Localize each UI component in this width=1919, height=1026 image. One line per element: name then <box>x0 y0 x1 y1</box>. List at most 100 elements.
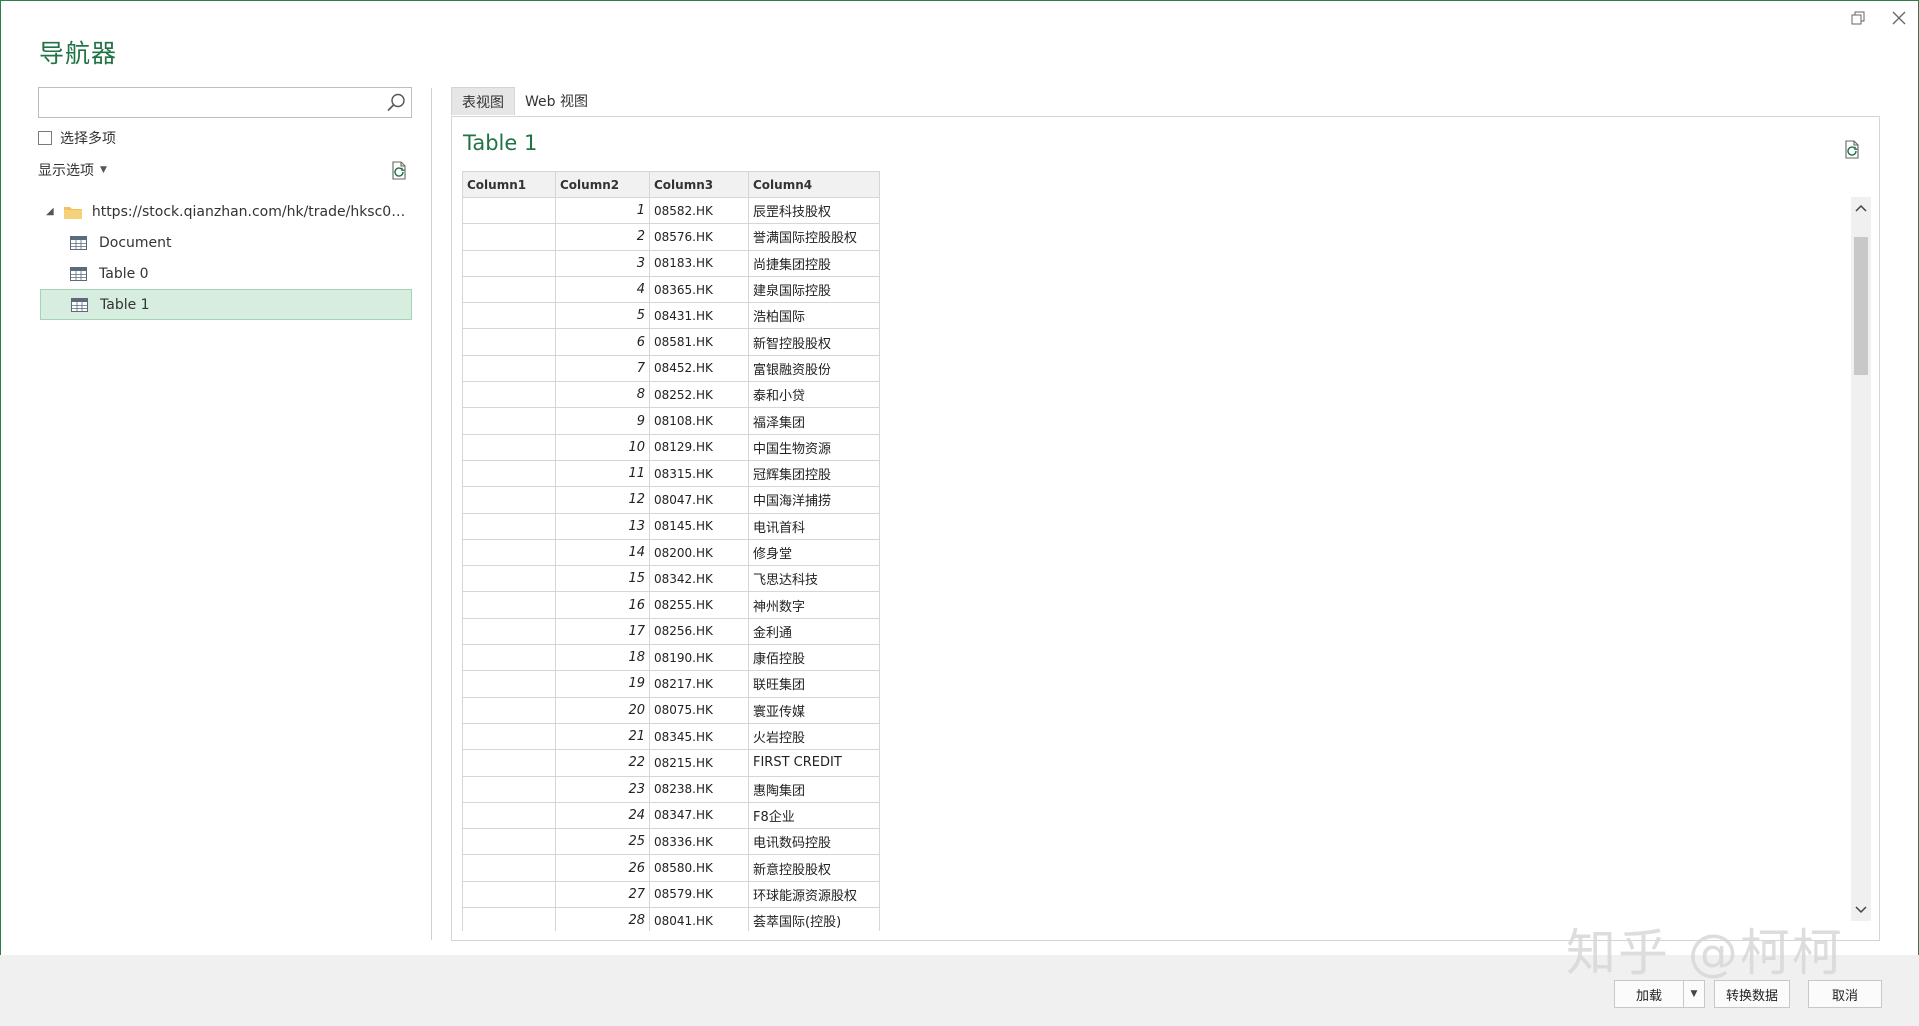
table-cell[interactable] <box>462 249 556 277</box>
table-cell[interactable] <box>462 617 556 646</box>
table-cell[interactable]: 建泉国际控股 <box>748 275 880 304</box>
table-cell[interactable]: 25 <box>555 828 650 856</box>
table-cell[interactable] <box>462 328 556 356</box>
table-cell[interactable]: 10 <box>555 433 650 461</box>
table-cell[interactable]: 08200.HK <box>649 538 749 567</box>
table-cell[interactable]: 福泽集团 <box>748 407 880 435</box>
table-cell[interactable]: 电讯数码控股 <box>748 828 880 856</box>
tab-table-view[interactable]: 表视图 <box>451 87 515 115</box>
table-cell[interactable]: 中国生物资源 <box>748 433 880 461</box>
table-cell[interactable]: 08342.HK <box>649 565 749 593</box>
table-cell[interactable]: 环球能源资源股权 <box>748 880 880 909</box>
column-header[interactable]: Column4 <box>748 171 880 198</box>
pane-divider[interactable] <box>431 88 432 940</box>
table-cell[interactable]: 08576.HK <box>649 223 749 251</box>
restore-icon[interactable] <box>1846 6 1870 30</box>
table-cell[interactable]: 金利通 <box>748 617 880 646</box>
table-cell[interactable]: 08075.HK <box>649 696 749 724</box>
table-cell[interactable]: 08581.HK <box>649 328 749 356</box>
tree-item-document[interactable]: Document <box>40 227 412 258</box>
table-cell[interactable]: 08047.HK <box>649 486 749 514</box>
table-cell[interactable]: 08345.HK <box>649 722 749 751</box>
table-cell[interactable] <box>462 433 556 461</box>
table-cell[interactable] <box>462 459 556 488</box>
table-cell[interactable]: 6 <box>555 328 650 356</box>
table-cell[interactable]: 15 <box>555 565 650 593</box>
table-cell[interactable]: 08252.HK <box>649 381 749 409</box>
table-cell[interactable]: 2 <box>555 223 650 251</box>
table-cell[interactable]: 誉满国际控股股权 <box>748 223 880 251</box>
table-cell[interactable]: 08315.HK <box>649 459 749 488</box>
table-cell[interactable]: 浩柏国际 <box>748 302 880 330</box>
search-box[interactable] <box>38 87 412 118</box>
table-cell[interactable]: 新智控股股权 <box>748 328 880 356</box>
table-cell[interactable]: 08336.HK <box>649 828 749 856</box>
table-cell[interactable] <box>462 538 556 567</box>
table-cell[interactable]: 康佰控股 <box>748 644 880 672</box>
column-header[interactable]: Column3 <box>649 171 749 198</box>
table-cell[interactable]: 24 <box>555 801 650 830</box>
table-cell[interactable]: 27 <box>555 880 650 909</box>
table-cell[interactable]: 11 <box>555 459 650 488</box>
expand-triangle-icon[interactable]: ◢ <box>46 206 58 217</box>
table-cell[interactable]: 08108.HK <box>649 407 749 435</box>
table-cell[interactable]: 1 <box>555 196 650 225</box>
table-cell[interactable]: 寰亚传媒 <box>748 696 880 724</box>
table-cell[interactable]: 荟萃国际(控股) <box>748 907 880 931</box>
table-cell[interactable]: 4 <box>555 275 650 304</box>
table-cell[interactable]: 26 <box>555 854 650 882</box>
table-cell[interactable]: 08579.HK <box>649 880 749 909</box>
table-cell[interactable]: 中国海洋捕捞 <box>748 486 880 514</box>
refresh-data-icon[interactable] <box>1841 139 1863 161</box>
select-multiple-checkbox[interactable] <box>38 131 52 145</box>
table-cell[interactable] <box>462 223 556 251</box>
refresh-preview-icon[interactable] <box>388 160 410 182</box>
table-cell[interactable] <box>462 854 556 882</box>
table-cell[interactable]: 08238.HK <box>649 775 749 803</box>
table-cell[interactable] <box>462 644 556 672</box>
table-cell[interactable]: 08347.HK <box>649 801 749 830</box>
table-cell[interactable] <box>462 381 556 409</box>
tree-item-table-0[interactable]: Table 0 <box>40 258 412 289</box>
table-cell[interactable]: 08041.HK <box>649 907 749 931</box>
table-cell[interactable]: 18 <box>555 644 650 672</box>
table-cell[interactable] <box>462 801 556 830</box>
vertical-scrollbar[interactable] <box>1851 197 1871 921</box>
column-header[interactable]: Column1 <box>462 171 556 198</box>
table-cell[interactable]: 12 <box>555 486 650 514</box>
table-cell[interactable]: 16 <box>555 591 650 619</box>
table-cell[interactable]: 08217.HK <box>649 670 749 698</box>
table-cell[interactable]: 飞思达科技 <box>748 565 880 593</box>
scrollbar-thumb[interactable] <box>1854 237 1868 375</box>
tree-item-table-1[interactable]: Table 1 <box>40 289 412 320</box>
search-icon[interactable] <box>385 92 407 114</box>
table-cell[interactable] <box>462 591 556 619</box>
table-cell[interactable]: 08256.HK <box>649 617 749 646</box>
table-cell[interactable]: 14 <box>555 538 650 567</box>
load-button[interactable]: 加载 <box>1614 980 1684 1008</box>
search-input[interactable] <box>39 88 379 117</box>
table-cell[interactable]: 修身堂 <box>748 538 880 567</box>
table-cell[interactable] <box>462 907 556 931</box>
table-cell[interactable]: 泰和小贷 <box>748 381 880 409</box>
tree-root-source[interactable]: ◢ https://stock.qianzhan.com/hk/trade/hk… <box>40 196 412 227</box>
scroll-up-icon[interactable] <box>1851 197 1871 219</box>
table-cell[interactable]: 8 <box>555 381 650 409</box>
select-multiple-toggle[interactable]: 选择多项 <box>38 128 116 148</box>
table-cell[interactable] <box>462 196 556 225</box>
table-cell[interactable]: 28 <box>555 907 650 931</box>
transform-data-button[interactable]: 转换数据 <box>1714 980 1790 1008</box>
scroll-down-icon[interactable] <box>1851 899 1871 921</box>
table-cell[interactable]: 20 <box>555 696 650 724</box>
table-cell[interactable]: 冠辉集团控股 <box>748 459 880 488</box>
table-cell[interactable] <box>462 565 556 593</box>
table-cell[interactable]: 5 <box>555 302 650 330</box>
table-cell[interactable]: 08582.HK <box>649 196 749 225</box>
table-cell[interactable]: 08255.HK <box>649 591 749 619</box>
close-icon[interactable] <box>1887 6 1911 30</box>
table-cell[interactable] <box>462 722 556 751</box>
table-cell[interactable]: 3 <box>555 249 650 277</box>
table-cell[interactable]: 富银融资股份 <box>748 354 880 383</box>
table-cell[interactable]: 08145.HK <box>649 512 749 540</box>
load-dropdown-button[interactable]: ▼ <box>1683 980 1705 1008</box>
